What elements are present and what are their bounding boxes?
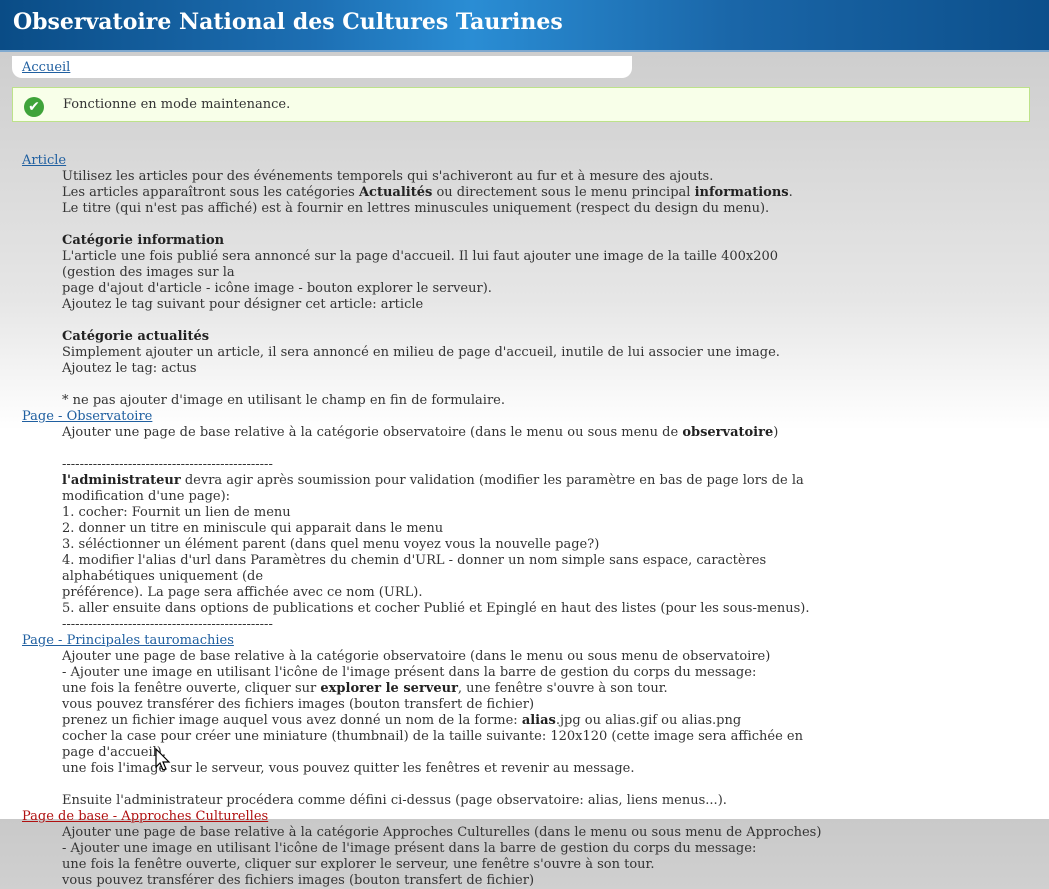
tauro-desc-line: Ajouter une page de base relative à la c… [62,649,771,664]
approches-desc-line: une fois la fenêtre ouverte, cliquer sur… [62,857,655,872]
obs-step: 5. aller ensuite dans options de publica… [62,601,810,616]
article-description: Utilisez les articles pour des événement… [62,169,822,409]
approches-desc-line: - Ajouter une image en utilisant l'icône… [62,841,757,856]
breadcrumb: Accueil [12,56,632,78]
obs-step: 1. cocher: Fournit un lien de menu [62,505,291,520]
article-desc-line: Utilisez les articles pour des événement… [62,169,714,184]
status-message-text: Fonctionne en mode maintenance. [63,97,291,112]
check-circle-icon: ✔ [24,97,44,117]
observatoire-description: Ajouter une page de base relative à la c… [62,425,822,633]
text: une fois la fenêtre ouverte, cliquer sur [62,681,321,696]
bold-text: Actualités [358,185,433,200]
tauro-desc-line: prenez un fichier image auquel vous avez… [62,713,822,729]
article-link[interactable]: Article [22,153,822,169]
mouse-pointer-icon [155,748,171,771]
obs-step: 2. donner un titre en miniscule qui appa… [62,521,444,536]
article-desc-line: Le titre (qui n'est pas affiché) est à f… [62,201,770,216]
page-principales-tauromachies-link[interactable]: Page - Principales tauromachies [22,633,822,649]
obs-step: préférence). La page sera affichée avec … [62,585,423,600]
obs-step: 3. séléctionner un élément parent (dans … [62,537,600,552]
separator: ----------------------------------------… [62,457,273,472]
bold-text: l'administrateur [62,473,181,488]
status-message: ✔ Fonctionne en mode maintenance. [12,87,1030,122]
tauro-desc-line: - Ajouter une image en utilisant l'icône… [62,665,757,680]
article-desc-line: page d'ajout d'article - icône image - b… [62,281,492,296]
bold-text: Catégorie actualités [62,329,210,344]
approches-desc-line: Ajouter une page de base relative à la c… [62,825,822,840]
actualites-heading: Catégorie actualités [62,329,822,345]
site-header: Observatoire National des Cultures Tauri… [0,0,1049,52]
bold-text: observatoire [682,425,774,440]
info-heading: Catégorie information [62,233,822,249]
tauro-desc-line: une fois l'image sur le serveur, vous po… [62,761,635,776]
article-desc-line: Les articles apparaîtront sous les catég… [62,185,822,201]
article-desc-line: Ajoutez le tag suivant pour désigner cet… [62,297,424,312]
text: Les articles apparaîtront sous les catég… [62,185,359,200]
text: ) [773,425,779,440]
text: Ajouter une page de base relative à la c… [62,425,683,440]
text: , une fenêtre s'ouvre à son tour. [457,681,668,696]
approches-description: Ajouter une page de base relative à la c… [62,825,822,889]
page-approches-culturelles-link[interactable]: Page de base - Approches Culturelles [22,809,822,825]
bold-text: alias [521,713,556,728]
article-desc-line: * ne pas ajouter d'image en utilisant le… [62,393,505,408]
site-title: Observatoire National des Cultures Tauri… [13,9,563,35]
obs-step: 4. modifier l'alias d'url dans Paramètre… [62,553,767,584]
tauro-desc-line: vous pouvez transférer des fichiers imag… [62,697,535,712]
article-desc-line: L'article une fois publié sera annoncé s… [62,249,779,280]
text: .jpg ou alias.gif ou alias.png [555,713,742,728]
content-type-list: Article Utilisez les articles pour des é… [22,153,822,889]
tauro-desc-line: une fois la fenêtre ouverte, cliquer sur… [62,681,822,697]
obs-desc-line: l'administrateur devra agir après soumis… [62,473,822,505]
text: ou directement sous le menu principal [432,185,695,200]
page-observatoire-link[interactable]: Page - Observatoire [22,409,822,425]
tauro-desc-line: cocher la case pour créer une miniature … [62,729,803,760]
tauromachies-description: Ajouter une page de base relative à la c… [62,649,822,809]
breadcrumb-home-link[interactable]: Accueil [22,60,70,75]
bold-text: informations [694,185,789,200]
text: . [788,185,793,200]
article-desc-line: Ajoutez le tag: actus [62,361,197,376]
tauro-desc-line: Ensuite l'administrateur procédera comme… [62,793,727,808]
separator: ----------------------------------------… [62,617,273,632]
bold-text: Catégorie information [62,233,225,248]
bold-text: explorer le serveur [320,681,458,696]
text: prenez un fichier image auquel vous avez… [62,713,522,728]
article-desc-line: Simplement ajouter un article, il sera a… [62,345,780,360]
obs-desc-line: Ajouter une page de base relative à la c… [62,425,822,441]
approches-desc-line: vous pouvez transférer des fichiers imag… [62,873,535,888]
